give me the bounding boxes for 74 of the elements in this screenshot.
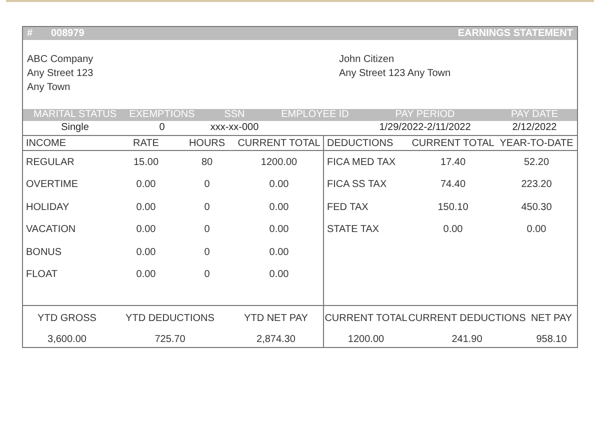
number-mark: # — [27, 27, 34, 41]
table-cell: 0.00 — [269, 224, 289, 236]
table-cell: REGULAR — [26, 156, 74, 168]
summary-label: YTD GROSS — [38, 312, 96, 326]
summary-label: YTD DEDUCTIONS — [126, 312, 214, 326]
table-cell: 0 — [204, 269, 210, 280]
table-cell: BONUS — [26, 246, 62, 258]
table-cell: 0.00 — [269, 179, 289, 190]
summary-label: CURRENT DEDUCTIONS — [408, 312, 526, 326]
info-value: Single — [61, 121, 89, 135]
column-header: EXEMPTIONS — [129, 109, 195, 121]
column-header: PAY PERIOD — [395, 109, 455, 121]
statement-title: EARNINGS STATEMENT — [458, 27, 573, 41]
table-cell: 150.10 — [438, 202, 468, 213]
summary-value: 1200.00 — [348, 333, 384, 347]
column-header: MARITAL STATUS — [34, 109, 116, 121]
table-cell: FED TAX — [327, 202, 368, 213]
summary-value: 241.90 — [452, 333, 482, 347]
table-cell: 0.00 — [136, 179, 156, 190]
column-header: HOURS — [188, 138, 226, 149]
table-cell: HOLIDAY — [26, 202, 70, 213]
summary-value: 958.10 — [536, 333, 567, 347]
column-header: CURRENT TOTAL — [238, 138, 320, 149]
table-cell: 450.30 — [521, 202, 552, 213]
employer-address-line: ABC Company — [27, 53, 94, 67]
table-cell: 0.00 — [136, 224, 156, 236]
info-value: xxx-xx-000 — [210, 121, 259, 135]
table-cell: 0 — [204, 202, 210, 213]
info-value: 1/29/2022-2/11/2022 — [379, 121, 471, 135]
info-value: 2/12/2022 — [512, 121, 557, 135]
table-cell: 74.40 — [440, 179, 466, 190]
statement-number: 008979 — [51, 27, 84, 41]
table-cell: FLOAT — [26, 269, 58, 280]
table-cell: 0.00 — [136, 202, 156, 213]
table-cell: VACATION — [26, 224, 76, 236]
employee-address-line: John Citizen — [339, 53, 394, 67]
table-cell: STATE TAX — [327, 224, 380, 236]
table-cell: 0.00 — [269, 202, 289, 213]
table-cell: 0.00 — [526, 224, 546, 236]
column-header: EMPLOYEE ID — [281, 109, 349, 121]
employer-address-line: Any Town — [27, 81, 70, 95]
table-cell: 17.40 — [440, 156, 466, 168]
summary-label: CURRENT TOTAL — [324, 312, 408, 326]
table-cell: 0.00 — [136, 246, 156, 258]
employer-address-line: Any Street 123 — [27, 67, 94, 81]
info-value: 0 — [159, 121, 165, 135]
column-header: CURRENT TOTAL — [412, 138, 494, 149]
table-cell: 0.00 — [136, 269, 156, 280]
summary-value: 3,600.00 — [48, 333, 86, 347]
column-header: DEDUCTIONS — [327, 138, 394, 149]
table-cell: 80 — [201, 156, 213, 168]
employee-address-line: Any Street 123 Any Town — [339, 67, 451, 81]
table-cell: OVERTIME — [26, 179, 78, 190]
table-cell: FICA MED TAX — [327, 156, 396, 168]
summary-label: NET PAY — [530, 312, 572, 326]
table-cell: 0 — [204, 246, 210, 258]
table-cell: 0.00 — [269, 246, 289, 258]
column-header: RATE — [133, 138, 159, 149]
table-cell: 1200.00 — [260, 156, 298, 168]
table-cell: 0 — [204, 179, 210, 190]
table-cell: 223.20 — [521, 179, 552, 190]
table-cell: 52.20 — [524, 156, 550, 168]
table-cell: 0.00 — [443, 224, 463, 236]
column-header: YEAR-TO-DATE — [500, 138, 574, 149]
summary-value: 2,874.30 — [256, 333, 296, 347]
table-cell: 0 — [204, 224, 210, 236]
column-header: PAY DATE — [510, 109, 558, 121]
summary-value: 725.70 — [154, 333, 186, 347]
column-header: SSN — [224, 109, 245, 121]
column-header: INCOME — [26, 138, 66, 149]
table-cell: 15.00 — [133, 156, 159, 168]
summary-label: YTD NET PAY — [244, 312, 308, 326]
table-cell: FICA SS TAX — [327, 179, 387, 190]
table-cell: 0.00 — [269, 269, 289, 280]
